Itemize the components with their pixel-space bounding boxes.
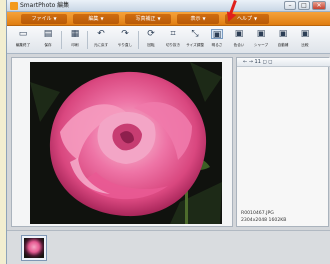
edit-end-label: 編集終了 xyxy=(15,43,31,47)
sharpness-label: シャープ xyxy=(253,43,269,47)
filmstrip xyxy=(7,230,330,264)
rotate-icon: ⟳ xyxy=(147,29,155,39)
panel-nav-bar[interactable]: ← → 11 ◻ ◻ xyxy=(237,58,330,67)
workspace: ← → 11 ◻ ◻ R0010467.JPG 2304x2048 1602KB xyxy=(7,54,330,230)
app-logo-icon xyxy=(10,2,18,10)
crop-icon: ⌗ xyxy=(170,29,176,39)
thumbnail-item[interactable] xyxy=(21,235,47,261)
undo-icon: ↶ xyxy=(97,29,105,39)
maximize-button[interactable]: □ xyxy=(298,1,310,10)
app-window: SmartPhoto 編集 – □ ✕ ファイル ▼ 編集 ▼ 写真補正 ▼ 表示 ▼ … xyxy=(6,0,330,264)
print-button[interactable]: ▦ 印刷 xyxy=(65,29,85,53)
toolbar-separator xyxy=(61,31,62,49)
chevron-down-icon: ▼ xyxy=(100,16,104,21)
thumbnail-image xyxy=(24,238,44,258)
compare-button[interactable]: ▣ 比較 xyxy=(295,29,315,53)
menu-bar: ファイル ▼ 編集 ▼ 写真補正 ▼ 表示 ▼ ヘルプ ▼ xyxy=(7,12,330,26)
sharpness-icon: ▣ xyxy=(256,29,266,39)
edit-end-icon: ▭ xyxy=(18,29,28,39)
save-label: 保存 xyxy=(44,43,52,47)
auto-button[interactable]: ▣ 自動補 xyxy=(273,29,293,53)
undo-button[interactable]: ↶ 元に戻す xyxy=(91,29,111,53)
close-button[interactable]: ✕ xyxy=(312,1,326,10)
crop-label: 切り抜き xyxy=(165,43,181,47)
file-name: R0010467.JPG xyxy=(241,211,274,216)
redo-button[interactable]: ↷ やり直し xyxy=(115,29,135,53)
redo-icon: ↷ xyxy=(121,29,129,39)
minimize-button[interactable]: – xyxy=(284,1,296,10)
menu-file[interactable]: ファイル ▼ xyxy=(21,14,67,24)
sharpness-button[interactable]: ▣ シャープ xyxy=(251,29,271,53)
menu-photo-correct[interactable]: 写真補正 ▼ xyxy=(125,14,171,24)
info-panel: ← → 11 ◻ ◻ R0010467.JPG 2304x2048 1602KB xyxy=(236,57,330,227)
menu-view-label: 表示 xyxy=(190,16,201,22)
undo-label: 元に戻す xyxy=(93,43,109,47)
auto-label: 自動補 xyxy=(277,43,289,47)
redo-label: やり直し xyxy=(117,43,133,47)
brightness-label: 明るさ xyxy=(211,43,223,47)
color-label: 色合い xyxy=(233,43,245,47)
menu-view[interactable]: 表示 ▼ xyxy=(177,14,219,24)
chevron-down-icon: ▼ xyxy=(157,16,161,21)
title-bar: SmartPhoto 編集 – □ ✕ xyxy=(7,0,330,12)
print-label: 印刷 xyxy=(71,43,79,47)
rose-image xyxy=(30,62,222,224)
rotate-button[interactable]: ⟳ 回転 xyxy=(141,29,161,53)
color-icon: ▣ xyxy=(234,29,244,39)
toolbar: ▭ 編集終了 ▤ 保存 ▦ 印刷 ↶ 元に戻す ↷ やり直し ⟳ 回転 ⌗ 切り抜き ⤡ サイズ… xyxy=(7,26,330,54)
menu-edit-label: 編集 xyxy=(88,16,99,22)
chevron-down-icon: ▼ xyxy=(253,16,258,21)
brightness-icon: ▣ xyxy=(211,29,223,40)
toolbar-separator xyxy=(138,31,139,49)
menu-edit[interactable]: 編集 ▼ xyxy=(73,14,119,24)
menu-photo-correct-label: 写真補正 xyxy=(135,16,156,22)
resize-button[interactable]: ⤡ サイズ調整 xyxy=(185,29,205,53)
auto-icon: ▣ xyxy=(278,29,288,39)
toolbar-separator xyxy=(87,31,88,49)
compare-icon: ▣ xyxy=(300,29,310,39)
menu-file-label: ファイル xyxy=(31,16,52,22)
edit-end-button[interactable]: ▭ 編集終了 xyxy=(13,29,33,53)
resize-icon: ⤡ xyxy=(191,29,199,39)
compare-label: 比較 xyxy=(301,43,309,47)
image-canvas[interactable] xyxy=(11,57,233,227)
save-button[interactable]: ▤ 保存 xyxy=(38,29,58,53)
chevron-down-icon: ▼ xyxy=(53,16,57,21)
window-title: SmartPhoto 編集 xyxy=(20,2,70,9)
menu-help-label: ヘルプ xyxy=(236,16,252,22)
photo-rose xyxy=(30,62,222,224)
print-icon: ▦ xyxy=(70,29,80,39)
save-icon: ▤ xyxy=(43,29,53,39)
crop-button[interactable]: ⌗ 切り抜き xyxy=(163,29,183,53)
resize-label: サイズ調整 xyxy=(186,43,204,47)
file-size: 2304x2048 1602KB xyxy=(241,218,287,223)
color-button[interactable]: ▣ 色合い xyxy=(229,29,249,53)
brightness-button[interactable]: ▣ 明るさ xyxy=(207,29,227,53)
rotate-label: 回転 xyxy=(147,43,155,47)
chevron-down-icon: ▼ xyxy=(202,16,206,21)
